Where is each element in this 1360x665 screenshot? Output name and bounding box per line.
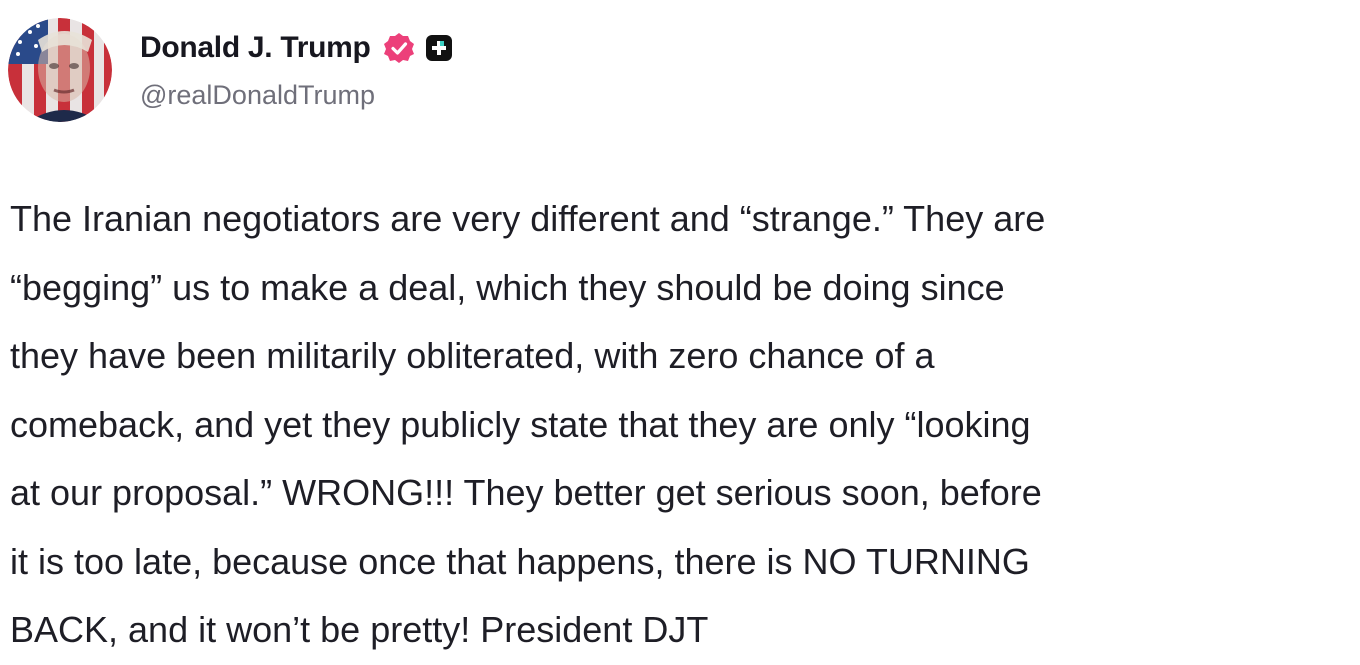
avatar-image bbox=[8, 18, 112, 122]
app-badge-icon bbox=[425, 34, 453, 62]
author-line: Donald J. Trump bbox=[140, 26, 453, 70]
post-text: The Iranian negotiators are very differe… bbox=[10, 198, 1046, 650]
avatar[interactable] bbox=[8, 18, 112, 122]
post-card: Donald J. Trump @realDonaldTrump The Ira… bbox=[0, 0, 1360, 663]
author-handle[interactable]: @realDonaldTrump bbox=[140, 80, 375, 111]
verified-badge-icon bbox=[383, 32, 415, 64]
author-display-name[interactable]: Donald J. Trump bbox=[140, 31, 371, 65]
